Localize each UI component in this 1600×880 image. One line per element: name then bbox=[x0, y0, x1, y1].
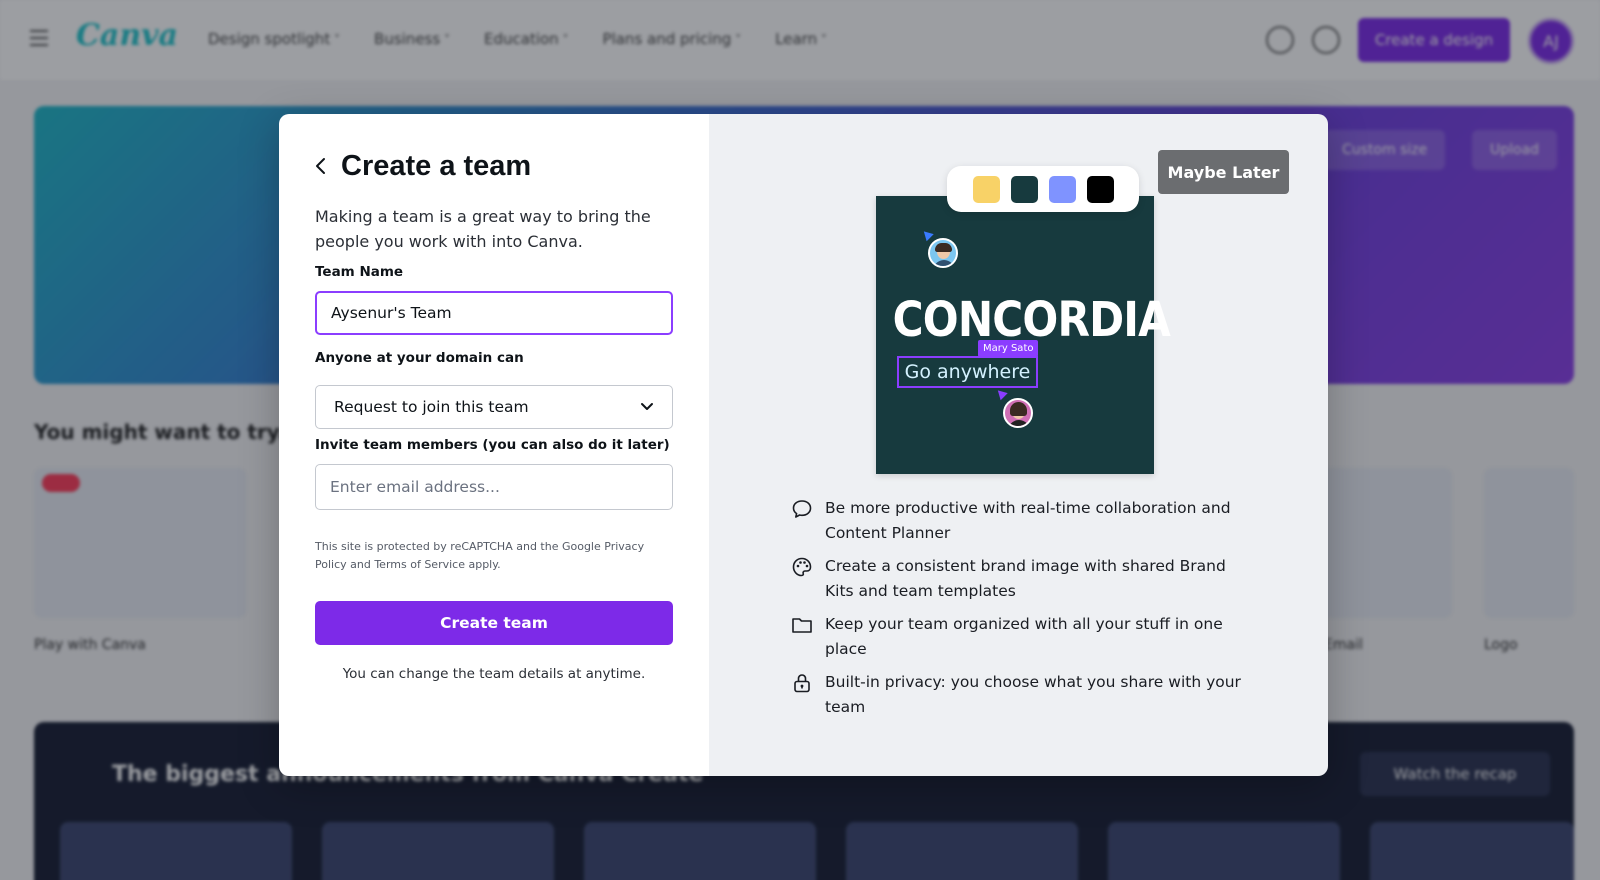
create-team-modal: Create a team Making a team is a great w… bbox=[279, 114, 1328, 776]
collaborator-cursor-icon bbox=[994, 386, 1008, 401]
swatch-yellow[interactable] bbox=[972, 175, 1000, 203]
collaborator-avatar bbox=[1003, 398, 1033, 428]
feature-item: Built-in privacy: you choose what you sh… bbox=[791, 670, 1251, 720]
feature-item: Be more productive with real-time collab… bbox=[791, 496, 1251, 546]
chevron-left-icon bbox=[316, 158, 325, 174]
color-palette bbox=[947, 166, 1139, 212]
recaptcha-notice: This site is protected by reCAPTCHA and … bbox=[315, 540, 645, 571]
preview-panel: Maybe Later CONCORDIA Mary Sato Go anywh… bbox=[709, 114, 1328, 776]
change-details-note: You can change the team details at anyti… bbox=[342, 666, 646, 682]
collaborator-name-tag: Mary Sato bbox=[978, 340, 1039, 357]
tagline-selection-box: Go anywhere bbox=[897, 356, 1038, 388]
back-button[interactable] bbox=[309, 154, 333, 178]
folder-icon bbox=[792, 618, 812, 633]
chevron-down-icon bbox=[640, 400, 654, 414]
modal-description: Making a team is a great way to bring th… bbox=[315, 207, 651, 251]
maybe-later-button[interactable]: Maybe Later bbox=[1158, 150, 1289, 194]
modal-title: Create a team bbox=[341, 150, 532, 182]
lock-icon bbox=[794, 674, 810, 693]
collaborator-cursor-icon bbox=[920, 227, 934, 242]
feature-item: Create a consistent brand image with sha… bbox=[791, 554, 1251, 604]
collaborator-avatar bbox=[928, 238, 958, 268]
feature-text: Keep your team organized with all your s… bbox=[825, 615, 1223, 658]
invite-label: Invite team members (you can also do it … bbox=[315, 437, 670, 453]
domain-label: Anyone at your domain can bbox=[315, 350, 524, 366]
swatch-periwinkle[interactable] bbox=[1048, 175, 1076, 203]
feature-list: Be more productive with real-time collab… bbox=[791, 496, 1251, 728]
domain-permission-select[interactable]: Request to join this team bbox=[315, 385, 673, 429]
swatch-black[interactable] bbox=[1086, 175, 1114, 203]
feature-text: Create a consistent brand image with sha… bbox=[825, 557, 1226, 600]
tagline-text: Go anywhere bbox=[904, 361, 1031, 383]
create-team-button[interactable]: Create team bbox=[315, 601, 673, 645]
chat-bubble-icon bbox=[792, 500, 812, 518]
domain-permission-value: Request to join this team bbox=[334, 398, 529, 416]
form-panel: Create a team Making a team is a great w… bbox=[279, 114, 709, 776]
feature-item: Keep your team organized with all your s… bbox=[791, 612, 1251, 662]
team-name-input[interactable] bbox=[315, 291, 673, 335]
palette-icon bbox=[792, 557, 812, 577]
swatch-dark-teal[interactable] bbox=[1010, 175, 1038, 203]
team-name-label: Team Name bbox=[315, 264, 404, 280]
invite-email-input[interactable] bbox=[315, 464, 673, 510]
feature-text: Be more productive with real-time collab… bbox=[825, 499, 1231, 542]
design-preview: CONCORDIA Mary Sato Go anywhere bbox=[876, 196, 1171, 474]
feature-text: Built-in privacy: you choose what you sh… bbox=[825, 673, 1241, 716]
